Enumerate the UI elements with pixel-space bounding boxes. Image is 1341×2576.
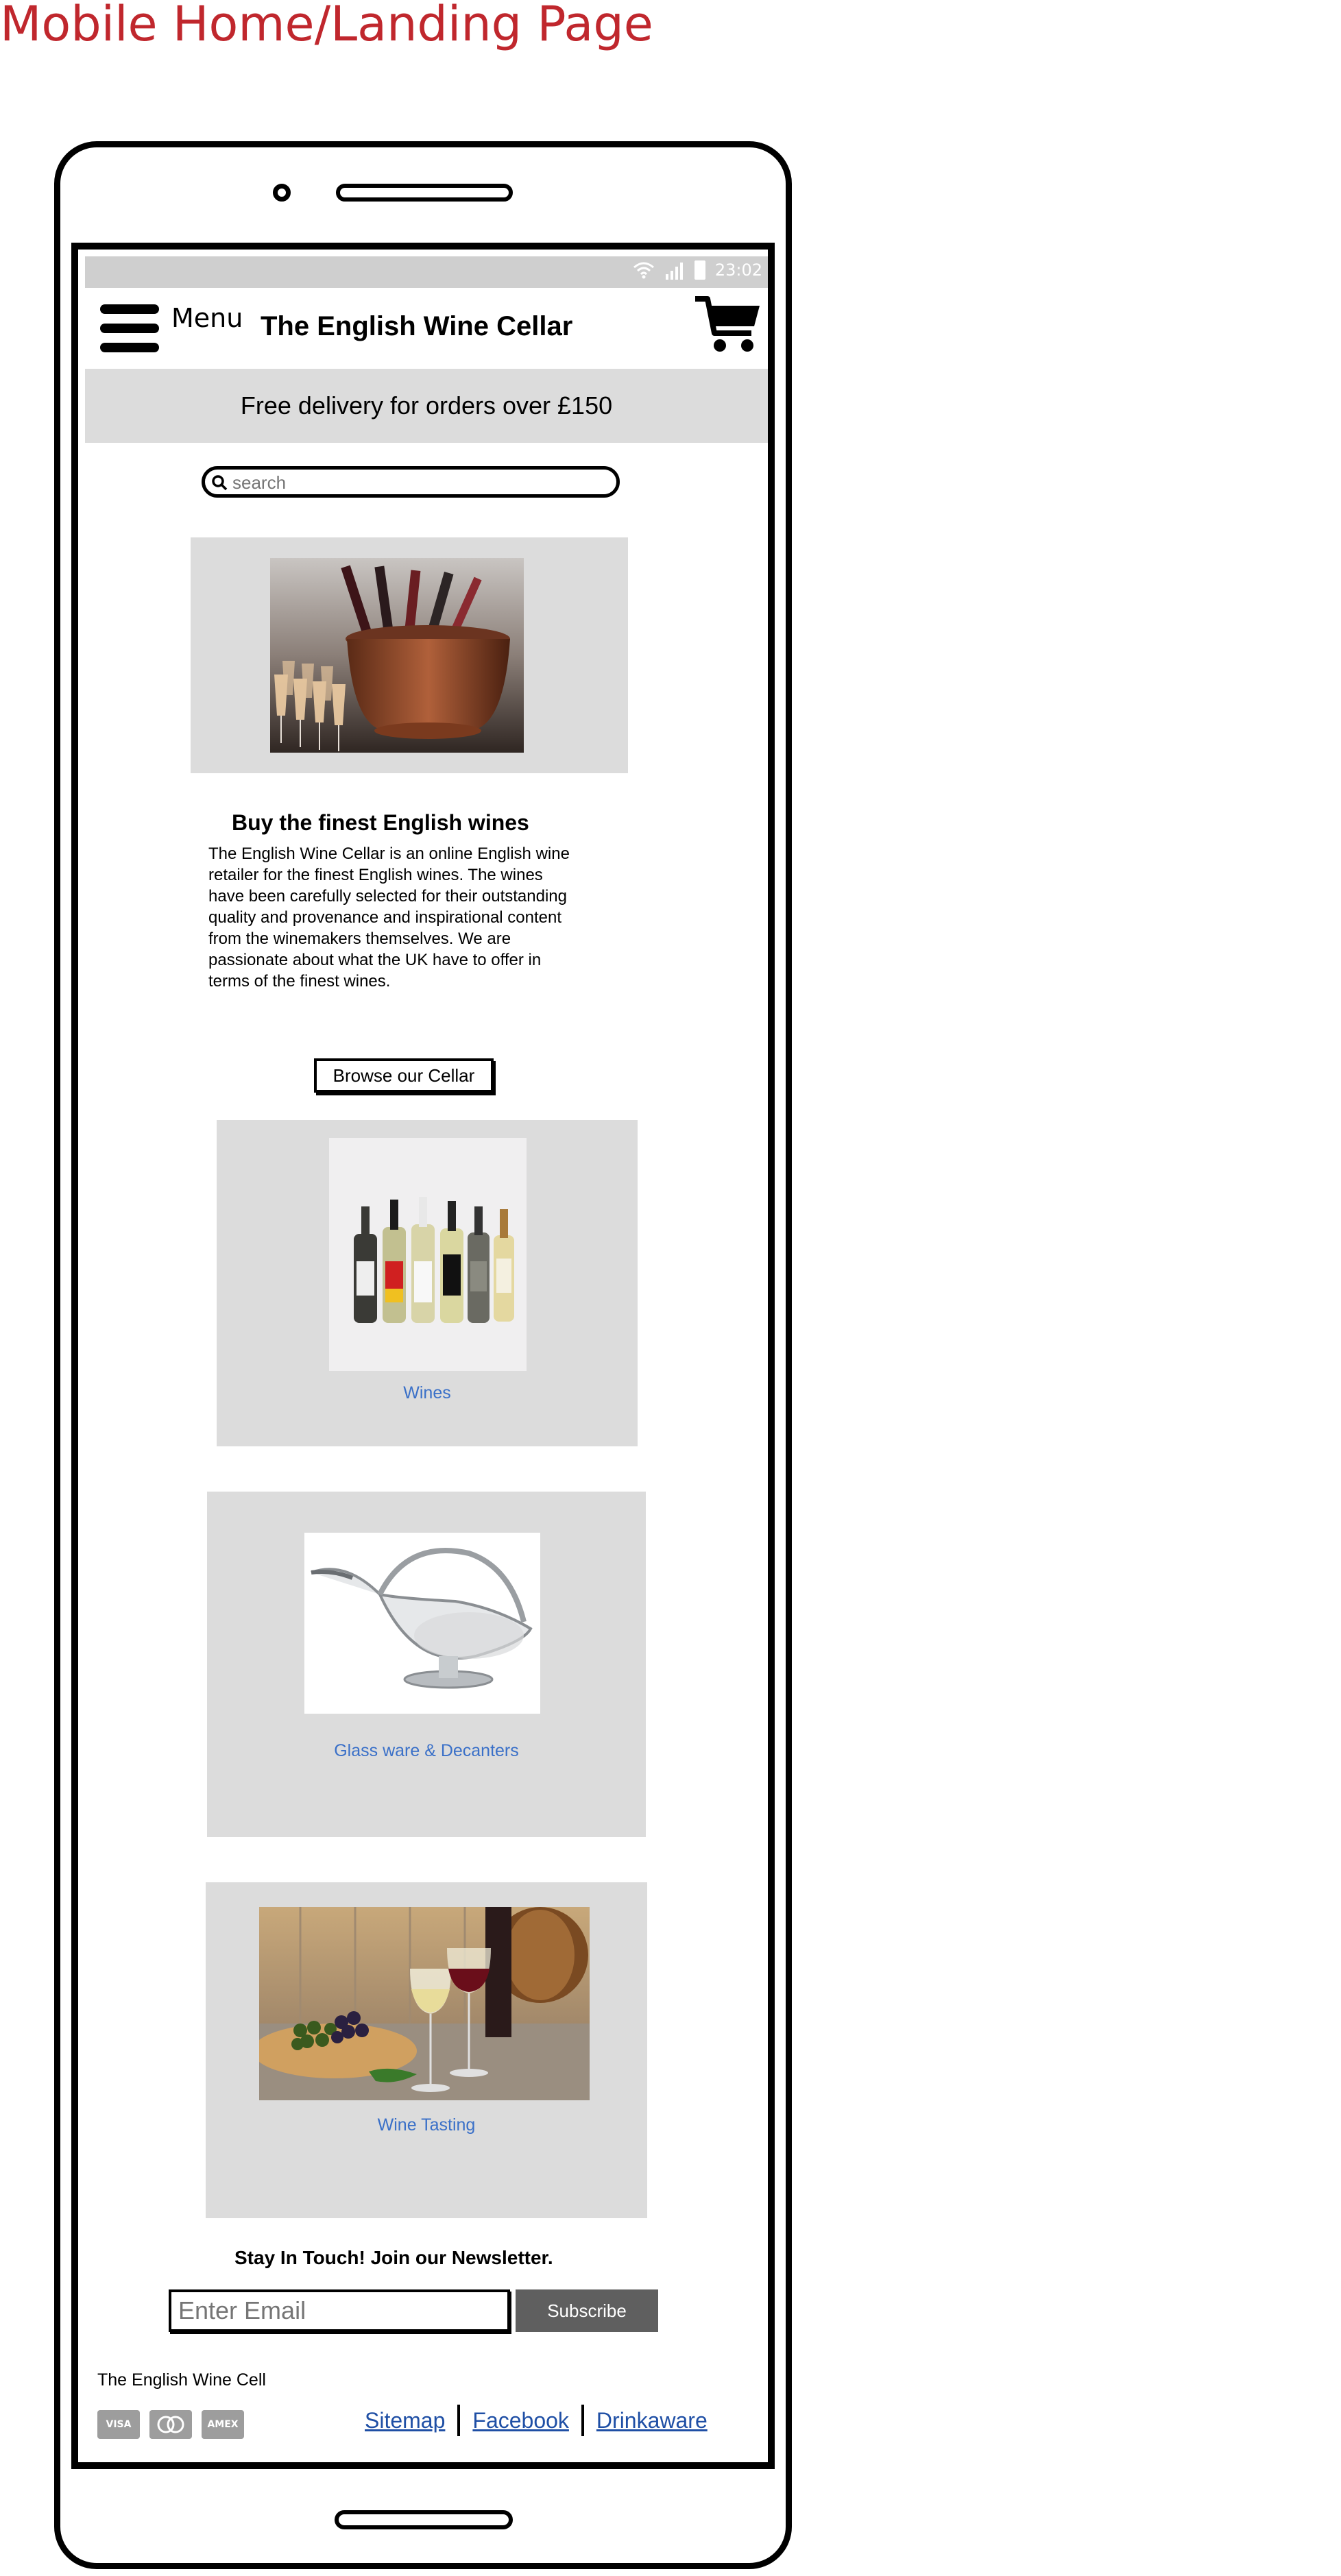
footer-link-sitemap[interactable]: Sitemap bbox=[365, 2408, 445, 2433]
decanter-image bbox=[304, 1533, 540, 1714]
shopping-cart-icon[interactable] bbox=[694, 295, 762, 355]
signal-icon bbox=[665, 263, 683, 280]
phone-home-button bbox=[335, 2510, 513, 2529]
site-header: Menu The English Wine Cellar bbox=[85, 288, 768, 369]
amex-icon: AMEX bbox=[202, 2410, 244, 2439]
page-heading: Mobile Home/Landing Page bbox=[0, 0, 653, 52]
phone-camera bbox=[273, 184, 291, 202]
footer-brand: The English Wine Cell bbox=[97, 2370, 266, 2390]
battery-icon bbox=[694, 260, 705, 280]
site-title[interactable]: The English Wine Cellar bbox=[261, 311, 572, 342]
footer-link-drinkaware[interactable]: Drinkaware bbox=[596, 2408, 708, 2433]
search-icon bbox=[212, 475, 228, 491]
hamburger-menu-icon[interactable] bbox=[100, 304, 159, 354]
category-label-wine-tasting[interactable]: Wine Tasting bbox=[206, 2115, 647, 2135]
hero-champagne-image bbox=[270, 558, 524, 753]
newsletter-email-input[interactable] bbox=[169, 2289, 510, 2332]
category-card-wines[interactable]: Wines bbox=[217, 1120, 638, 1446]
delivery-banner: Free delivery for orders over £150 bbox=[85, 369, 768, 443]
category-card-wine-tasting[interactable]: Wine Tasting bbox=[206, 1882, 647, 2218]
phone-screen: 23:02 Menu The English Wine Cellar Free … bbox=[71, 243, 775, 2469]
intro-text: The English Wine Cellar is an online Eng… bbox=[208, 845, 570, 991]
search-input[interactable] bbox=[232, 471, 609, 494]
status-time: 23:02 bbox=[714, 260, 762, 280]
category-label-glassware[interactable]: Glass ware & Decanters bbox=[207, 1741, 646, 1761]
intro-heading: Buy the finest English wines bbox=[232, 810, 529, 835]
hero-panel bbox=[191, 537, 628, 773]
category-card-glassware[interactable]: Glass ware & Decanters bbox=[207, 1492, 646, 1837]
status-bar: 23:02 bbox=[85, 256, 768, 288]
footer-link-facebook[interactable]: Facebook bbox=[472, 2408, 569, 2433]
phone-speaker bbox=[336, 184, 513, 202]
footer-link-divider bbox=[457, 2405, 461, 2436]
browse-cellar-button[interactable]: Browse our Cellar bbox=[314, 1058, 494, 1093]
wine-tasting-image bbox=[259, 1907, 590, 2100]
subscribe-button[interactable]: Subscribe bbox=[516, 2289, 658, 2332]
footer-links: Sitemap Facebook Drinkaware bbox=[365, 2405, 708, 2436]
payment-icons: VISA AMEX bbox=[97, 2410, 244, 2439]
mastercard-icon bbox=[149, 2410, 192, 2439]
menu-label[interactable]: Menu bbox=[171, 303, 243, 333]
footer-link-divider bbox=[581, 2405, 584, 2436]
visa-icon: VISA bbox=[97, 2410, 140, 2439]
category-label-wines[interactable]: Wines bbox=[217, 1383, 638, 1403]
wifi-icon bbox=[633, 262, 654, 279]
search-box[interactable] bbox=[202, 466, 620, 498]
newsletter-heading: Stay In Touch! Join our Newsletter. bbox=[234, 2247, 553, 2268]
wine-bottles-image bbox=[329, 1138, 527, 1371]
